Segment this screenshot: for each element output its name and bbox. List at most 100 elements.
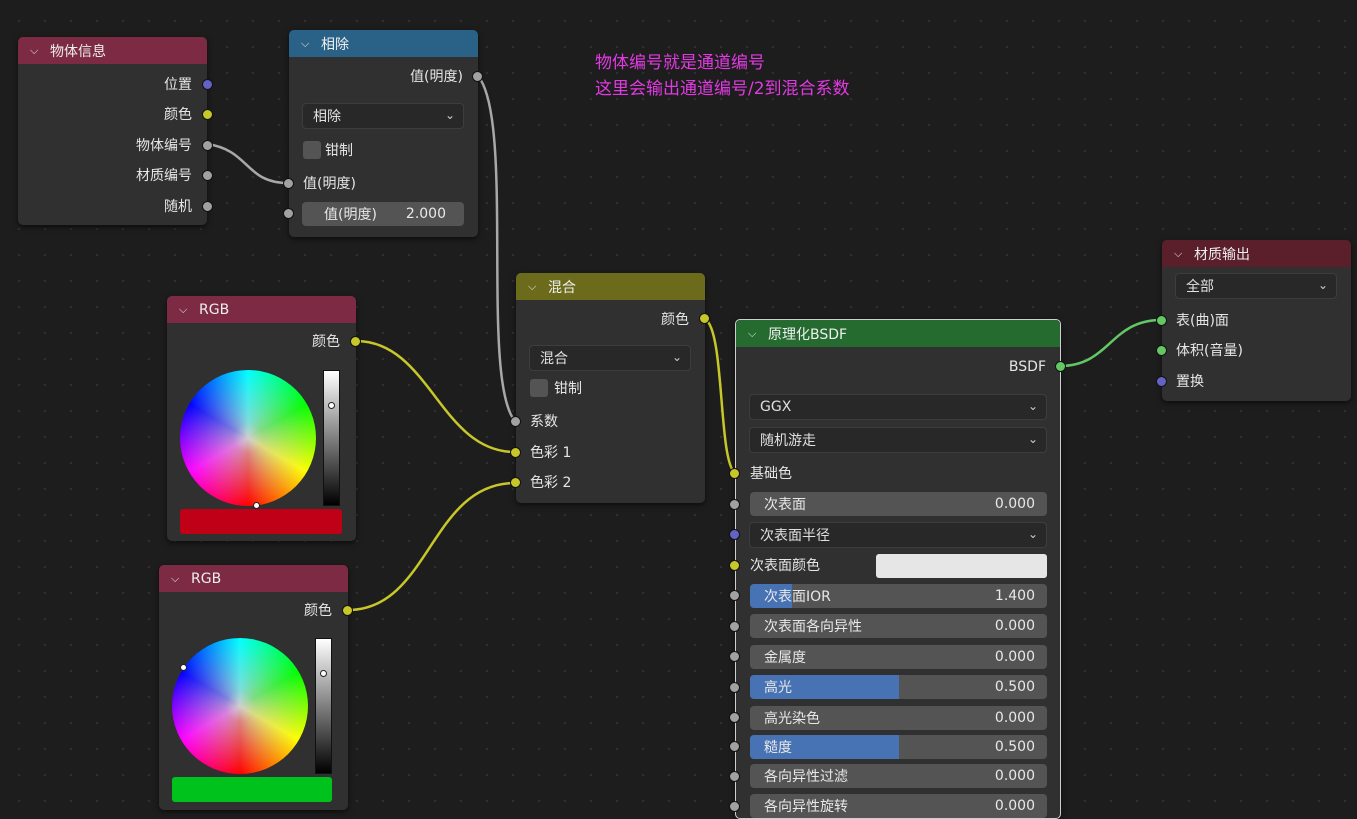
rgb-node-1[interactable]: ⌵ RGB 颜色 [167,296,361,541]
socket-input-value-1[interactable] [283,178,294,189]
node-title: 混合 [548,279,576,296]
socket-input-value-2[interactable] [283,208,294,219]
socket-subsurface-anisotropy[interactable] [729,621,740,632]
clamp-checkbox[interactable] [530,379,548,397]
link-object-index-to-divide [206,142,289,185]
socket-anisotropic-rotation[interactable] [729,801,740,812]
output-object-index: 物体编号 [136,138,192,154]
node-title: RGB [191,570,222,587]
anisotropic-rotation-field[interactable]: 各向异性旋转 0.000 [750,794,1047,818]
socket-specular-tint[interactable] [729,712,740,723]
value-slider-handle[interactable] [328,402,335,409]
divide-header[interactable]: ⌵ 相除 [289,30,478,57]
output-color: 颜色 [164,107,192,123]
target-dropdown[interactable]: 全部 ⌄ [1175,273,1337,299]
input-value-2-field[interactable]: 值(明度) 2.000 [302,202,464,226]
base-color-label: 基础色 [750,466,792,482]
object-info-node[interactable]: ⌵ 物体信息 位置 颜色 物体编号 材质编号 随机 [18,37,213,225]
socket-subsurface-color[interactable] [729,560,740,571]
object-info-header[interactable]: ⌵ 物体信息 [18,37,207,64]
socket-subsurface-ior[interactable] [729,590,740,601]
mix-header[interactable]: ⌵ 混合 [516,273,705,300]
chevron-down-icon[interactable]: ⌵ [171,572,183,586]
socket-factor[interactable] [510,416,521,427]
value-slider[interactable] [323,370,340,506]
output-color: 颜色 [304,603,332,619]
link-rgb2-to-color2 [347,481,516,612]
value-slider-handle[interactable] [320,670,327,677]
chevron-down-icon[interactable]: ⌵ [1174,247,1186,261]
socket-output-color[interactable] [699,313,710,324]
socket-volume[interactable] [1156,345,1167,356]
volume-label: 体积(音量) [1176,343,1243,359]
chevron-down-icon[interactable]: ⌵ [30,44,42,58]
subsurface-radius-dropdown[interactable]: 次表面半径 ⌄ [749,522,1047,548]
chevron-down-icon: ⌄ [1027,399,1038,413]
surface-label: 表(曲)面 [1176,313,1229,329]
material-output-node[interactable]: ⌵ 材质输出 全部 ⌄ 表(曲)面 体积(音量) 置换 [1156,240,1351,401]
socket-displacement[interactable] [1156,376,1167,387]
subsurface-method-dropdown[interactable]: 随机游走 ⌄ [749,427,1047,453]
anisotropic-field[interactable]: 各向异性过滤 0.000 [750,764,1047,788]
specular-field[interactable]: 高光 0.500 [750,675,1047,699]
socket-color2[interactable] [510,477,521,488]
chevron-down-icon[interactable]: ⌵ [748,327,760,341]
socket-subsurface-radius[interactable] [729,529,740,540]
bsdf-header[interactable]: ⌵ 原理化BSDF [736,320,1060,347]
subsurface-field[interactable]: 次表面 0.000 [750,492,1047,516]
specular-tint-field[interactable]: 高光染色 0.000 [750,706,1047,730]
clamp-checkbox[interactable] [303,141,321,159]
color-wheel[interactable] [172,638,308,774]
socket-color[interactable] [202,109,213,120]
color-picker-cursor[interactable] [180,664,187,671]
socket-location[interactable] [202,79,213,90]
rgb-node-2[interactable]: ⌵ RGB 颜色 [159,565,353,810]
chevron-down-icon[interactable]: ⌵ [528,280,540,294]
socket-output-color[interactable] [350,336,361,347]
chevron-down-icon: ⌄ [1027,432,1038,446]
socket-metallic[interactable] [729,651,740,662]
socket-random[interactable] [202,201,213,212]
mix-node[interactable]: ⌵ 混合 颜色 混合 ⌄ 钳制 系数 色彩 1 色彩 2 [510,273,710,503]
color-swatch[interactable] [180,509,342,534]
socket-anisotropic[interactable] [729,771,740,782]
subsurface-color-swatch[interactable] [876,554,1047,578]
socket-base-color[interactable] [729,468,740,479]
socket-output-color[interactable] [342,605,353,616]
socket-roughness[interactable] [729,741,740,752]
output-material-index: 材质编号 [136,168,192,184]
distribution-dropdown[interactable]: GGX ⌄ [749,394,1047,420]
chevron-down-icon[interactable]: ⌵ [179,303,191,317]
metallic-field[interactable]: 金属度 0.000 [750,645,1047,669]
socket-output-bsdf[interactable] [1055,361,1066,372]
socket-surface[interactable] [1156,315,1167,326]
annotation-line-1: 物体编号就是通道编号 [595,53,765,73]
operation-dropdown[interactable]: 相除 ⌄ [302,103,464,129]
rgb2-header[interactable]: ⌵ RGB [159,565,348,592]
roughness-field[interactable]: 糙度 0.500 [750,735,1047,759]
color-wheel[interactable] [180,370,316,506]
material-output-header[interactable]: ⌵ 材质输出 [1162,240,1351,267]
chevron-down-icon: ⌄ [444,108,455,122]
divide-node[interactable]: ⌵ 相除 值(明度) 相除 ⌄ 钳制 值(明度) 值(明度) 2.000 [283,30,483,237]
clamp-label: 钳制 [325,143,353,159]
socket-material-index[interactable] [202,170,213,181]
node-title: RGB [199,301,230,318]
subsurface-anisotropy-field[interactable]: 次表面各向异性 0.000 [750,614,1047,638]
socket-object-index[interactable] [202,140,213,151]
color-swatch[interactable] [172,777,332,802]
socket-color1[interactable] [510,447,521,458]
blend-type-dropdown[interactable]: 混合 ⌄ [529,345,691,371]
rgb1-header[interactable]: ⌵ RGB [167,296,356,323]
value-slider[interactable] [315,638,332,774]
principled-bsdf-node[interactable]: ⌵ 原理化BSDF BSDF GGX ⌄ 随机游走 ⌄ 基础色 次表面 0.000 次… [729,319,1066,819]
socket-specular[interactable] [729,682,740,693]
socket-output-value[interactable] [472,71,483,82]
chevron-down-icon[interactable]: ⌵ [301,37,313,51]
node-title: 原理化BSDF [768,326,848,343]
input-factor-label: 系数 [530,414,558,430]
subsurface-ior-field[interactable]: 次表面IOR 1.400 [750,584,1047,608]
chevron-down-icon: ⌄ [1317,278,1328,292]
color-picker-cursor[interactable] [253,502,260,509]
socket-subsurface[interactable] [729,499,740,510]
